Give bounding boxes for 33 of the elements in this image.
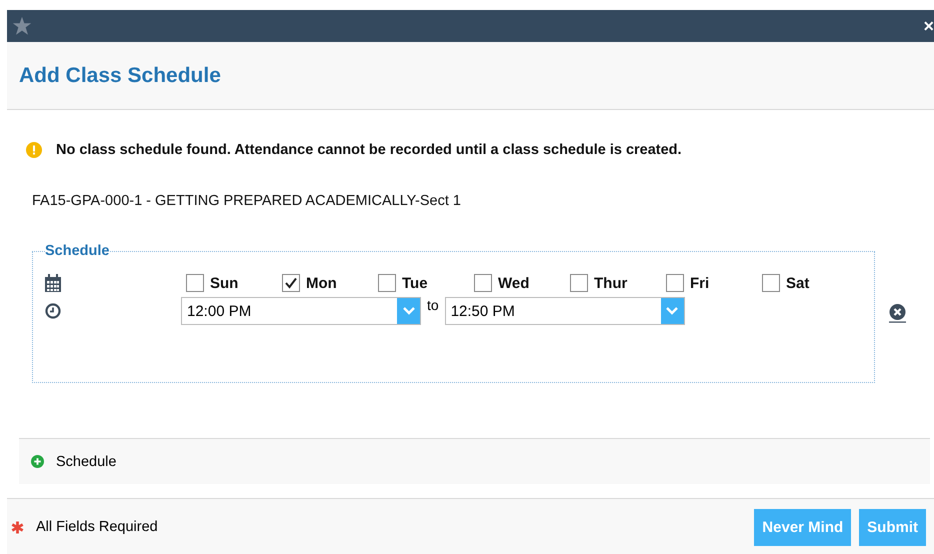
start-time-dropdown[interactable]: 12:00 PM [181,297,421,325]
chevron-down-icon [666,307,678,315]
end-time-dropdown[interactable]: 12:50 PM [444,297,685,325]
course-title: FA15-GPA-000-1 - GETTING PREPARED ACADEMICALLY-Sect 1 [32,193,462,209]
day-label: Mon [306,274,337,292]
warning-message: No class schedule found. Attendance cannot be recorded until a class schedule is created. [56,142,682,158]
day-checkbox[interactable] [282,274,300,292]
day-label: Tue [402,274,428,292]
clock-icon [45,303,61,319]
close-button[interactable]: × [923,17,934,35]
remove-icon[interactable] [889,304,906,322]
chevron-down-icon [402,307,414,315]
schedule-legend: Schedule [45,243,110,259]
day-checkbox[interactable] [666,274,684,292]
dialog-title: Add Class Schedule [19,64,221,88]
day-label: Sat [786,274,810,292]
day-checkbox[interactable] [570,274,588,292]
required-note: All Fields Required [36,519,158,535]
warning-icon [26,142,42,158]
star-logo-icon [11,15,33,37]
day-label: Thur [594,274,628,292]
day-checkbox[interactable] [186,274,204,292]
plus-circle-icon [31,455,44,468]
day-label: Fri [690,274,710,292]
day-checkbox[interactable] [762,274,780,292]
day-label: Sun [210,274,238,292]
day-checkbox[interactable] [378,274,396,292]
day-label: Wed [498,274,530,292]
asterisk-icon [11,520,24,534]
day-checkbox[interactable] [474,274,492,292]
to-label: to [427,297,439,313]
calendar-icon [45,274,61,292]
add-schedule-button[interactable]: Schedule [19,438,930,484]
